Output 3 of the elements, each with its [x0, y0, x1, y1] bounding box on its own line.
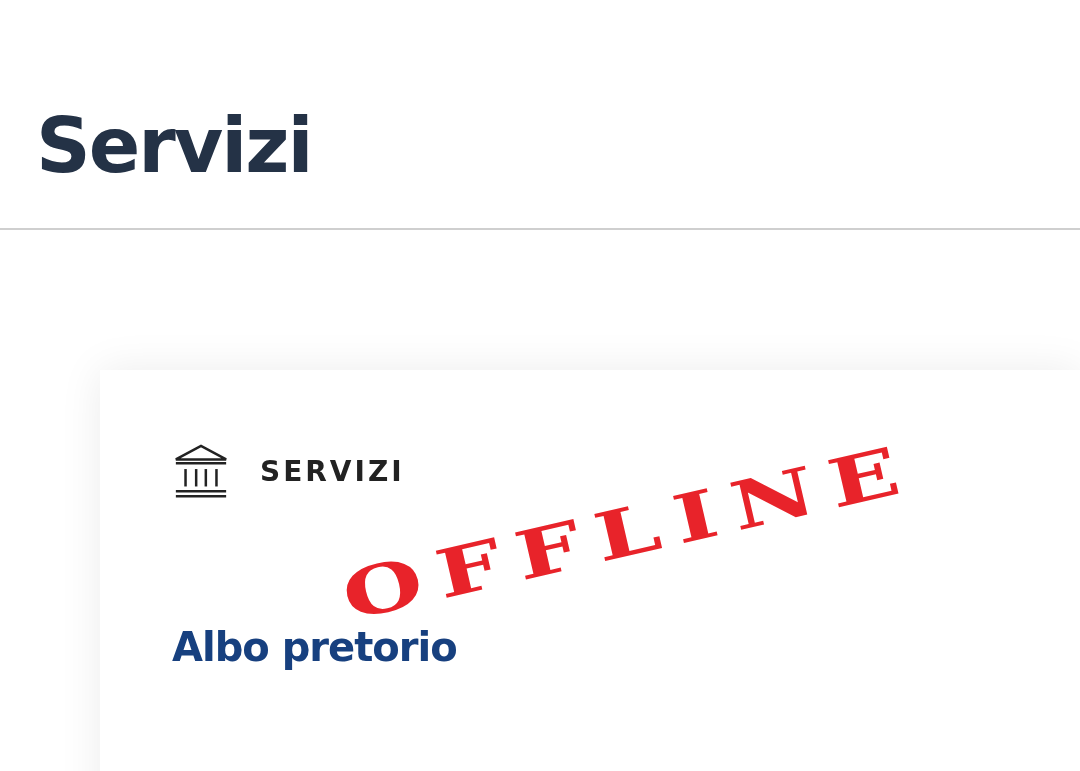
service-link[interactable]: Albo pretorio	[172, 624, 457, 670]
building-icon	[172, 442, 230, 500]
page-title: Servizi	[36, 108, 313, 184]
